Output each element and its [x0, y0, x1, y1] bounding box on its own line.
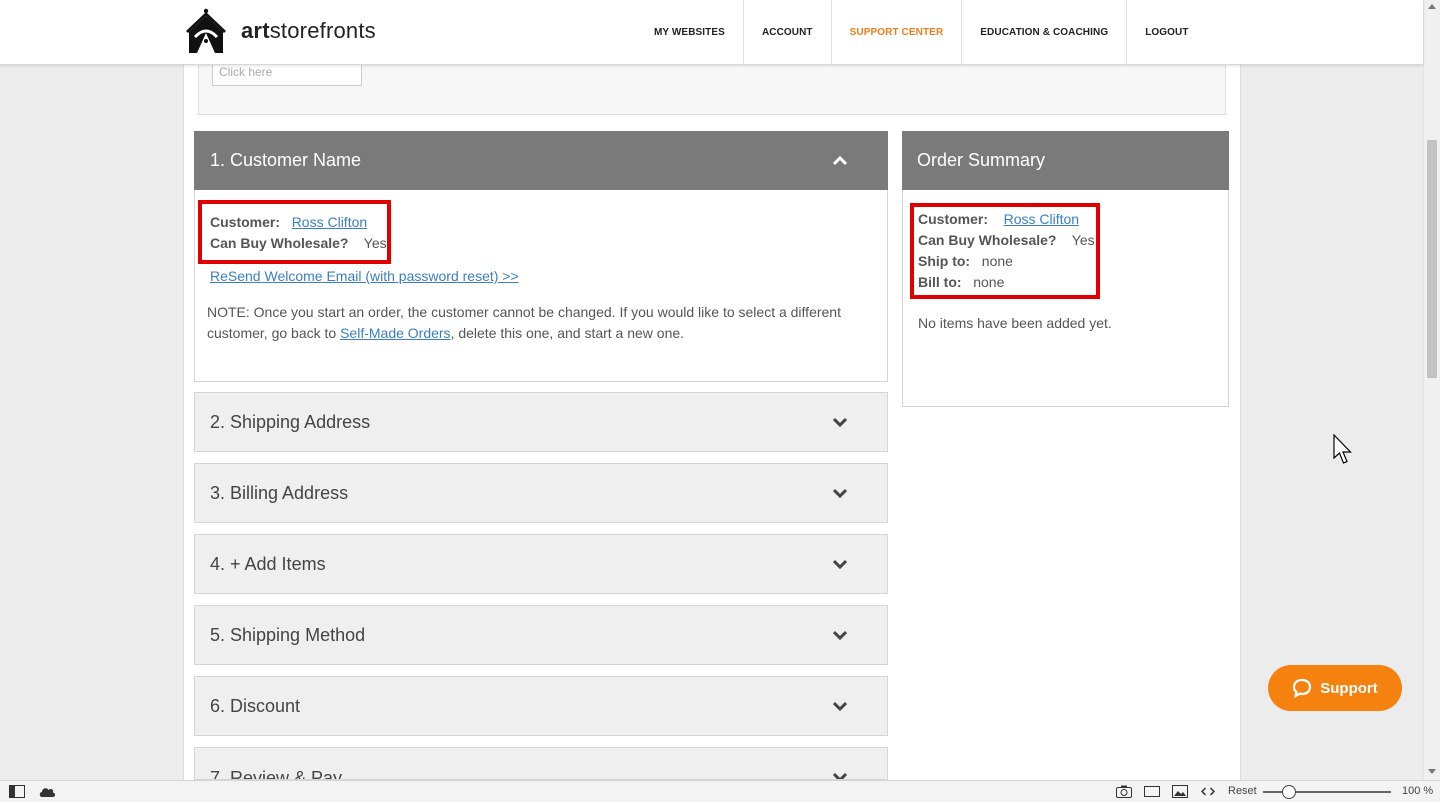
support-button[interactable]: Support — [1268, 665, 1402, 711]
summary-customer-row: Customer: Ross Clifton — [918, 211, 1080, 227]
nav-education-coaching[interactable]: EDUCATION & COACHING — [962, 0, 1128, 65]
scrollbar-thumb[interactable] — [1427, 140, 1437, 378]
customer-name-panel: Customer: Ross Clifton Can Buy Wholesale… — [194, 190, 888, 382]
customer-link[interactable]: Ross Clifton — [292, 214, 367, 230]
page-scrollbar[interactable] — [1423, 0, 1440, 780]
zoom-slider-handle[interactable] — [1282, 785, 1296, 799]
image-icon[interactable] — [1172, 785, 1188, 798]
step-title: 6. Discount — [210, 695, 301, 716]
highlight-box — [198, 200, 391, 264]
summary-customer-link[interactable]: Ross Clifton — [1004, 211, 1079, 227]
step-title: 4. + Add Items — [210, 553, 326, 574]
order-summary-panel: Customer: Ross Clifton Can Buy Wholesale… — [902, 190, 1229, 407]
order-summary-title: Order Summary — [917, 150, 1046, 170]
scroll-down-arrow-icon[interactable] — [1428, 769, 1436, 774]
self-made-orders-link[interactable]: Self-Made Orders — [340, 325, 450, 341]
camera-icon[interactable] — [1116, 785, 1132, 798]
chevron-down-icon — [833, 417, 847, 428]
chevron-up-icon — [833, 155, 847, 165]
step-title: 3. Billing Address — [210, 482, 349, 503]
summary-ship-row: Ship to: none — [918, 253, 1013, 269]
zoom-level: 100 % — [1402, 785, 1434, 797]
step-title: 5. Shipping Method — [210, 624, 366, 645]
resend-email-row: ReSend Welcome Email (with password rese… — [210, 268, 519, 284]
logo-tent-icon — [186, 8, 226, 53]
chevron-down-icon — [833, 559, 847, 570]
customer-row: Customer: Ross Clifton — [210, 214, 368, 230]
resend-welcome-email-link[interactable]: ReSend Welcome Email (with password rese… — [210, 268, 519, 284]
order-summary-header: Order Summary — [902, 131, 1229, 190]
chevron-down-icon — [833, 772, 847, 779]
step-review-pay-header[interactable]: 7. Review & Pay — [194, 747, 888, 780]
chevron-down-icon — [833, 488, 847, 499]
step-title: 2. Shipping Address — [210, 411, 371, 432]
summary-wholesale-row: Can Buy Wholesale? Yes — [918, 232, 1095, 248]
nav-account[interactable]: ACCOUNT — [744, 0, 832, 65]
chevron-down-icon — [833, 630, 847, 641]
browser-status-bar: Reset 100 % — [0, 780, 1440, 802]
chat-bubble-icon — [1293, 678, 1312, 698]
sidebar-toggle-icon[interactable] — [9, 785, 25, 798]
step-billing-address-header[interactable]: 3. Billing Address — [194, 463, 888, 523]
code-icon[interactable] — [1201, 785, 1215, 798]
step-customer-name-header[interactable]: 1. Customer Name — [194, 131, 888, 190]
chevron-down-icon — [833, 701, 847, 712]
step-add-items-header[interactable]: 4. + Add Items — [194, 534, 888, 594]
logo-text: artstorefronts — [241, 18, 376, 43]
step-discount-header[interactable]: 6. Discount — [194, 676, 888, 736]
step-shipping-method-header[interactable]: 5. Shipping Method — [194, 605, 888, 665]
cloud-icon[interactable] — [38, 785, 56, 798]
logo[interactable]: artstorefronts — [181, 7, 376, 55]
step-shipping-address-header[interactable]: 2. Shipping Address — [194, 392, 888, 452]
zoom-reset-button[interactable]: Reset — [1228, 785, 1257, 797]
wholesale-row: Can Buy Wholesale? Yes — [210, 235, 387, 251]
main-nav: MY WEBSITES ACCOUNT SUPPORT CENTER EDUCA… — [636, 0, 1207, 65]
scroll-up-arrow-icon[interactable] — [1428, 4, 1436, 9]
nav-my-websites[interactable]: MY WEBSITES — [636, 0, 744, 65]
summary-empty-message: No items have been added yet. — [918, 315, 1112, 331]
nav-logout[interactable]: LOGOUT — [1127, 0, 1206, 65]
step-title: 7. Review & Pay — [210, 768, 343, 780]
step-title: 1. Customer Name — [210, 150, 362, 170]
summary-bill-row: Bill to: none — [918, 274, 1005, 290]
window-icon[interactable] — [1144, 785, 1160, 798]
site-header: artstorefronts MY WEBSITES ACCOUNT SUPPO… — [0, 0, 1423, 65]
mouse-cursor-icon — [1333, 434, 1352, 464]
nav-support-center[interactable]: SUPPORT CENTER — [832, 0, 963, 65]
order-note: NOTE: Once you start an order, the custo… — [207, 304, 841, 341]
